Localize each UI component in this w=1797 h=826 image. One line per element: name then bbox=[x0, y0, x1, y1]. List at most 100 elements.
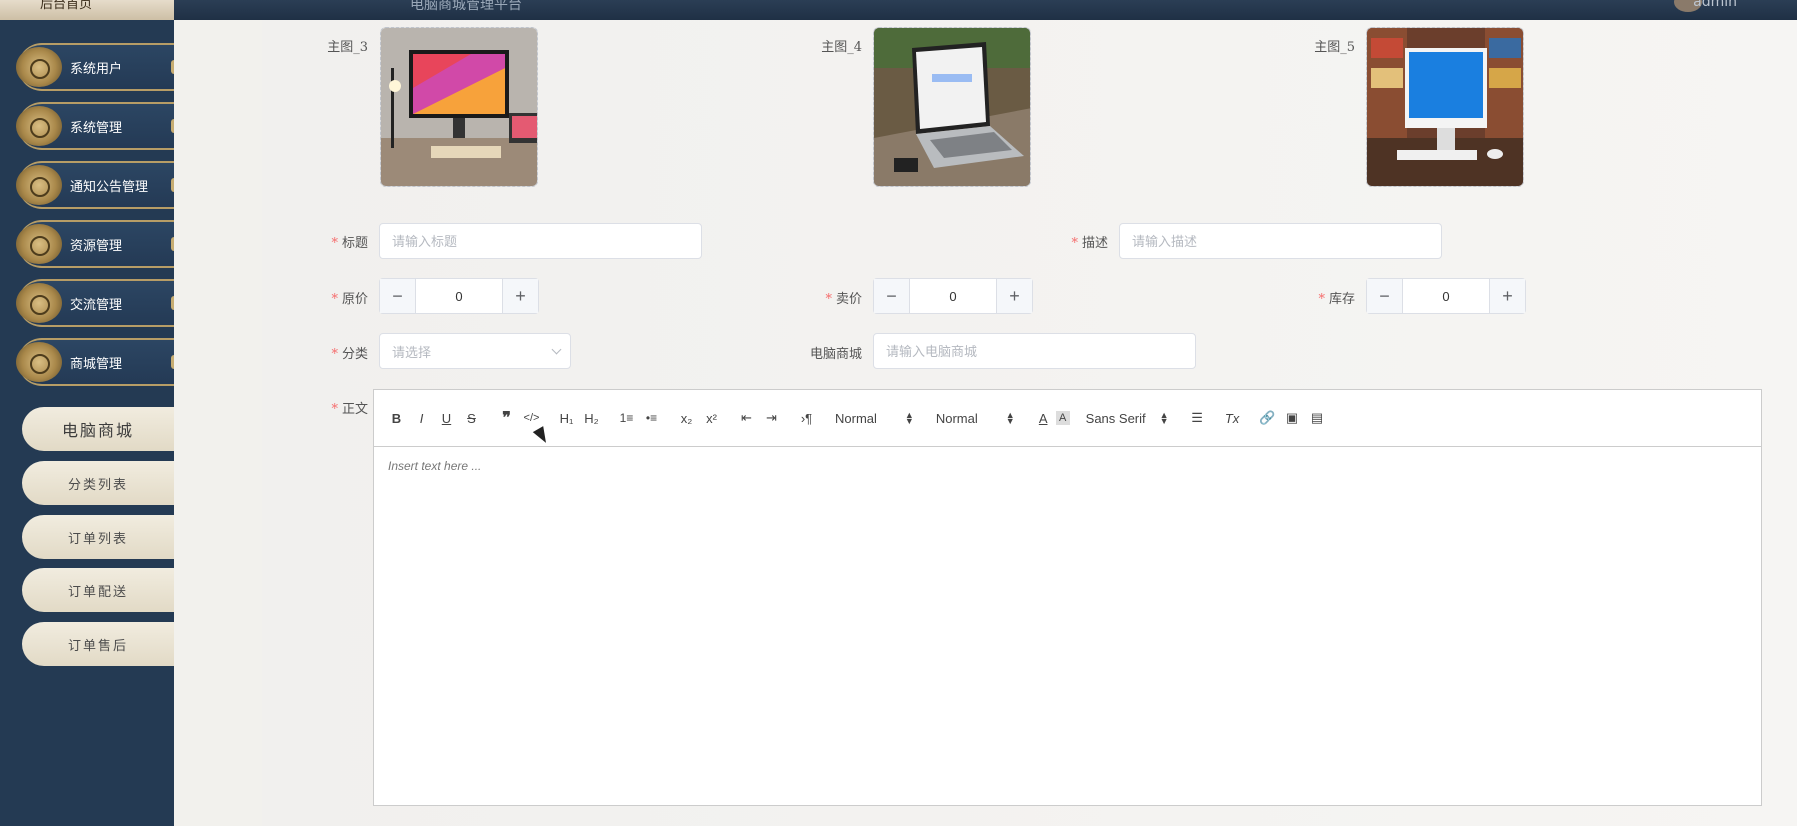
home-link[interactable]: 后台首页 bbox=[0, 0, 174, 20]
stock-label: * 库存 bbox=[1297, 288, 1355, 307]
size-value: Normal bbox=[835, 410, 877, 426]
required-mark: * bbox=[825, 292, 832, 307]
required-mark: * bbox=[1318, 292, 1325, 307]
sale-price-label-text: 卖价 bbox=[835, 292, 862, 307]
home-label: 后台首页 bbox=[40, 0, 93, 12]
size-picker[interactable]: Normal ▲ ▼ bbox=[829, 406, 920, 430]
required-mark: * bbox=[331, 292, 338, 307]
ornament-icon bbox=[16, 224, 62, 264]
sidebar-item-label: 交流管理 bbox=[70, 297, 123, 313]
header-1-button[interactable]: H₁ bbox=[554, 406, 579, 430]
original-price-label-text: 原价 bbox=[341, 292, 368, 307]
sale-price-label: * 卖价 bbox=[804, 288, 862, 307]
header-2-button[interactable]: H₂ bbox=[579, 406, 604, 430]
description-input[interactable] bbox=[1119, 223, 1442, 259]
sidebar-item-label: 系统管理 bbox=[70, 120, 123, 136]
ornament-icon bbox=[16, 106, 62, 146]
sidebar-item-system-management[interactable]: 系统管理 bbox=[16, 102, 177, 150]
description-label-text: 描述 bbox=[1081, 236, 1108, 251]
font-value: Sans Serif bbox=[1085, 410, 1146, 426]
sidebar-item-resources[interactable]: 资源管理 bbox=[16, 220, 177, 268]
store-input[interactable] bbox=[873, 333, 1196, 369]
image-button[interactable]: ▣ bbox=[1280, 406, 1305, 430]
font-picker[interactable]: Sans Serif ▲ ▼ bbox=[1080, 406, 1175, 430]
text-direction-button[interactable]: ›¶ bbox=[794, 406, 819, 430]
decrement-button[interactable]: − bbox=[874, 279, 910, 313]
original-price-label: * 原价 bbox=[310, 288, 368, 307]
title-label: * 标题 bbox=[310, 232, 368, 251]
image-upload-4[interactable] bbox=[873, 27, 1031, 187]
sidebar-item-label: 通知公告管理 bbox=[70, 179, 149, 195]
required-mark: * bbox=[331, 236, 338, 251]
stock-label-text: 库存 bbox=[1328, 292, 1355, 307]
title-label-text: 标题 bbox=[341, 236, 368, 251]
blockquote-button[interactable]: ❞ bbox=[494, 406, 519, 430]
stepper-value[interactable]: 0 bbox=[910, 279, 996, 313]
header-picker[interactable]: Normal ▲ ▼ bbox=[930, 406, 1021, 430]
description-label: * 描述 bbox=[1050, 232, 1108, 251]
align-button[interactable]: ☰ bbox=[1185, 406, 1210, 430]
stock-stepper[interactable]: − 0 + bbox=[1366, 278, 1526, 314]
desk-setup-image bbox=[381, 28, 537, 186]
ornament-icon bbox=[16, 283, 62, 323]
user-name[interactable]: admin bbox=[1693, 0, 1737, 10]
app-title: 电脑商城管理平台 bbox=[410, 0, 522, 13]
superscript-button[interactable]: x² bbox=[699, 406, 724, 430]
underline-button[interactable]: U bbox=[434, 406, 459, 430]
italic-button[interactable]: I bbox=[409, 406, 434, 430]
sidebar-item-label: 资源管理 bbox=[70, 238, 123, 254]
all-in-one-pc-image bbox=[1367, 28, 1523, 186]
original-price-stepper[interactable]: − 0 + bbox=[379, 278, 539, 314]
video-button[interactable]: ▤ bbox=[1305, 406, 1330, 430]
submenu-computer-mall[interactable]: 电脑商城 bbox=[22, 407, 174, 451]
indent-button[interactable]: ⇥ bbox=[759, 406, 784, 430]
image-upload-3[interactable] bbox=[380, 27, 538, 187]
required-mark: * bbox=[331, 347, 338, 362]
image-upload-5[interactable] bbox=[1366, 27, 1524, 187]
decrement-button[interactable]: − bbox=[1367, 279, 1403, 313]
category-select[interactable]: 请选择 bbox=[379, 333, 571, 369]
text-color-button[interactable]: A bbox=[1031, 406, 1056, 430]
updown-icon: ▲ ▼ bbox=[1005, 410, 1015, 426]
stepper-value[interactable]: 0 bbox=[1403, 279, 1489, 313]
rich-text-editor[interactable]: B I U S ❞ </> H₁ H₂ 1≡ •≡ x₂ x² ⇤ ⇥ ›¶ N… bbox=[373, 389, 1762, 806]
background-color-button[interactable]: A bbox=[1055, 411, 1070, 425]
required-mark: * bbox=[1071, 236, 1078, 251]
submenu-order-list[interactable]: 订单列表 bbox=[22, 515, 174, 559]
submenu-order-delivery[interactable]: 订单配送 bbox=[22, 568, 174, 612]
body-label: * 正文 bbox=[310, 398, 368, 417]
sidebar-item-mall[interactable]: 商城管理 bbox=[16, 338, 177, 386]
ordered-list-button[interactable]: 1≡ bbox=[614, 406, 639, 430]
category-label-text: 分类 bbox=[341, 347, 368, 362]
required-mark: * bbox=[331, 402, 338, 417]
bold-button[interactable]: B bbox=[384, 406, 409, 430]
decrement-button[interactable]: − bbox=[380, 279, 416, 313]
editor-content[interactable]: Insert text here ... bbox=[374, 447, 1761, 485]
header-value: Normal bbox=[935, 410, 978, 426]
sidebar-item-label: 系统用户 bbox=[70, 61, 123, 77]
sidebar-item-communication[interactable]: 交流管理 bbox=[16, 279, 177, 327]
increment-button[interactable]: + bbox=[1489, 279, 1525, 313]
body-label-text: 正文 bbox=[341, 402, 368, 417]
bullet-list-button[interactable]: •≡ bbox=[639, 406, 664, 430]
strike-button[interactable]: S bbox=[459, 406, 484, 430]
increment-button[interactable]: + bbox=[502, 279, 538, 313]
submenu-order-after-sales[interactable]: 订单售后 bbox=[22, 622, 174, 666]
outdent-button[interactable]: ⇤ bbox=[734, 406, 759, 430]
image-label-4: 主图_4 bbox=[821, 40, 862, 55]
clean-format-button[interactable]: Tx bbox=[1220, 406, 1245, 430]
sidebar-item-label: 商城管理 bbox=[70, 356, 123, 372]
subscript-button[interactable]: x₂ bbox=[674, 406, 699, 430]
sidebar-item-notices[interactable]: 通知公告管理 bbox=[16, 161, 177, 209]
link-button[interactable]: 🔗 bbox=[1255, 406, 1280, 430]
increment-button[interactable]: + bbox=[996, 279, 1032, 313]
updown-icon: ▲ ▼ bbox=[1159, 410, 1169, 426]
stepper-value[interactable]: 0 bbox=[416, 279, 502, 313]
category-label: * 分类 bbox=[310, 343, 368, 362]
sale-price-stepper[interactable]: − 0 + bbox=[873, 278, 1033, 314]
submenu-category-list[interactable]: 分类列表 bbox=[22, 461, 174, 505]
sidebar-item-system-users[interactable]: 系统用户 bbox=[16, 43, 177, 91]
title-input[interactable] bbox=[379, 223, 702, 259]
category-placeholder: 请选择 bbox=[392, 344, 432, 360]
image-label-5: 主图_5 bbox=[1314, 40, 1355, 55]
